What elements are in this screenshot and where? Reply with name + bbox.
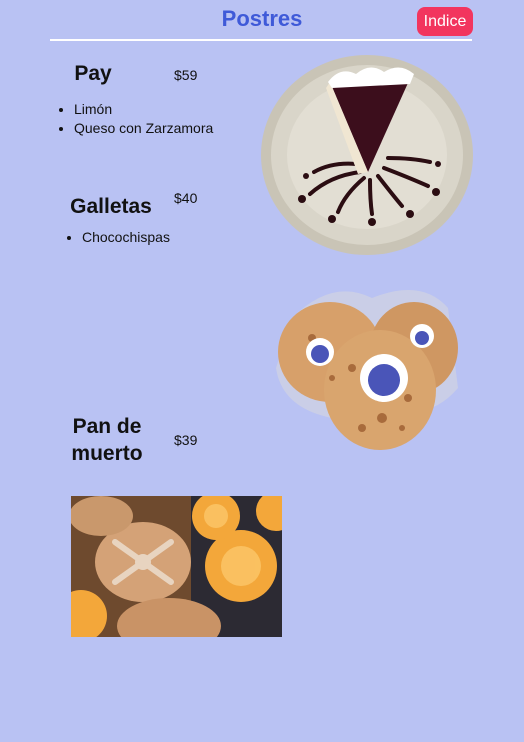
product-price: $59 (174, 67, 198, 83)
title-divider (50, 39, 472, 41)
product-options: Limón Queso con Zarzamora (56, 101, 213, 139)
cheesecake-photo (260, 54, 474, 256)
pan-de-muerto-photo (71, 496, 282, 637)
product-price: $40 (174, 190, 198, 206)
product-name: Pan de muerto (71, 415, 143, 465)
product-name: Galletas (70, 195, 152, 218)
product-options: Chocochispas (64, 229, 170, 248)
product-price: $39 (174, 432, 198, 448)
list-item: Queso con Zarzamora (74, 120, 213, 136)
index-button[interactable]: Indice (417, 7, 473, 36)
list-item: Chocochispas (82, 229, 170, 245)
product-name: Pay (74, 62, 112, 85)
cookies-photo (272, 268, 462, 456)
list-item: Limón (74, 101, 213, 117)
